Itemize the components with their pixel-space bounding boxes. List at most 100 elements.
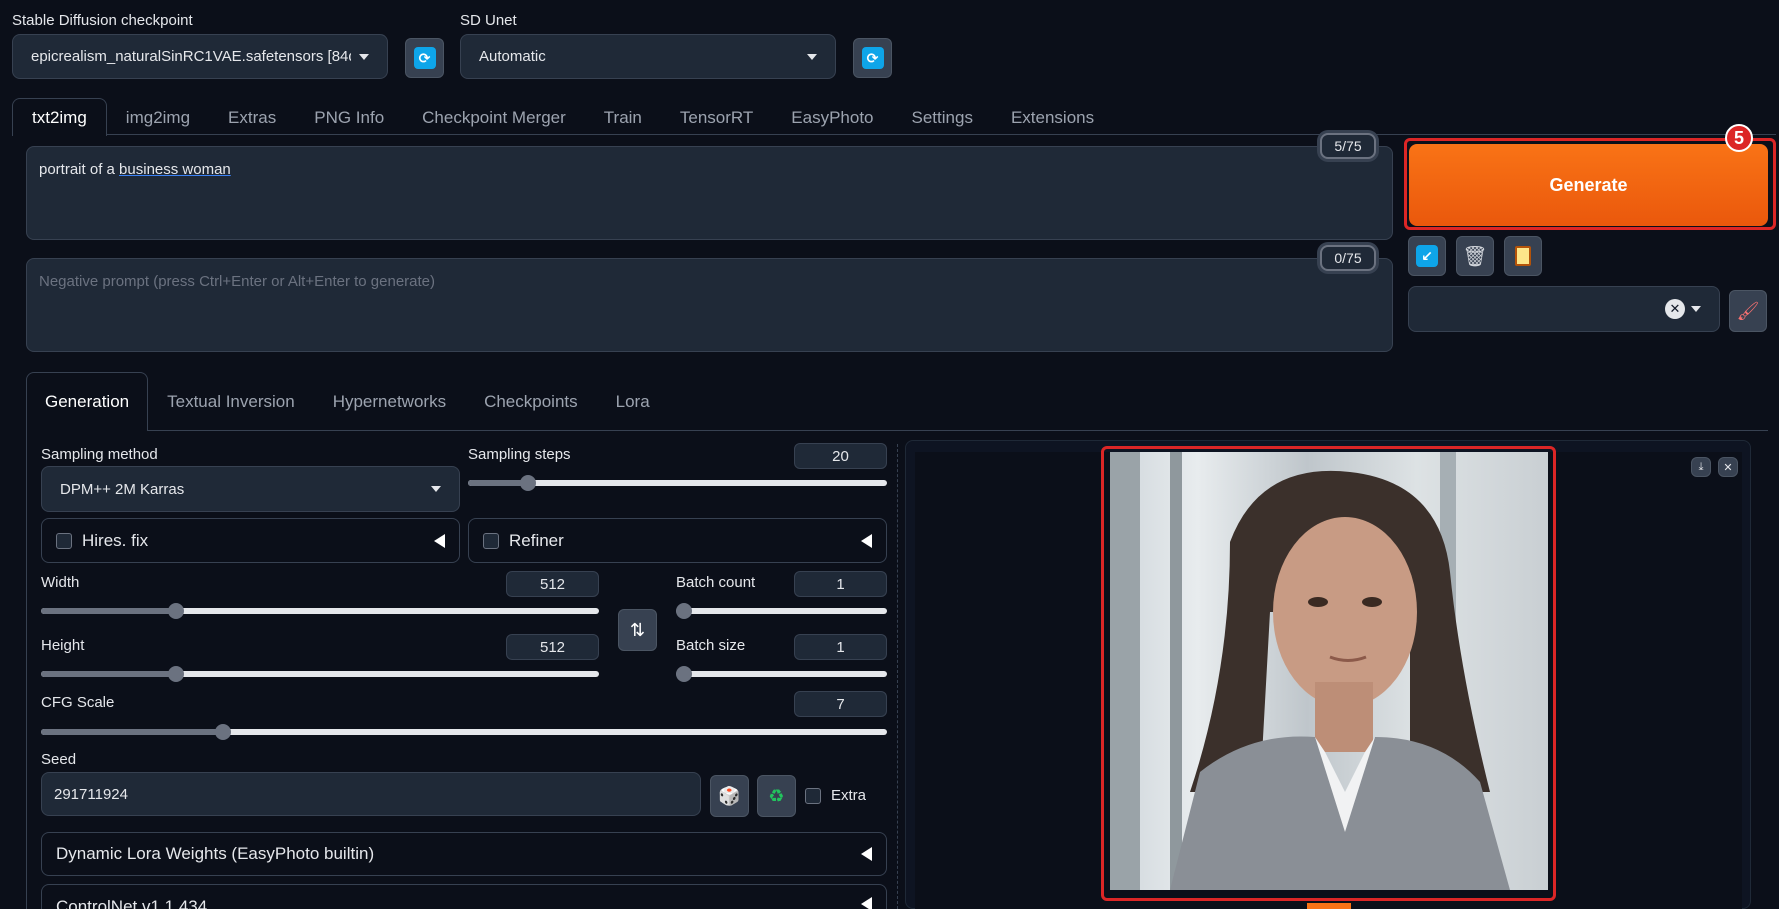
styles-dropdown[interactable]: ✕ [1408,286,1720,332]
batch-size-slider[interactable] [676,666,887,682]
collapse-triangle-icon [861,847,872,861]
tab-png-info[interactable]: PNG Info [295,100,403,136]
width-label: Width [41,574,80,591]
refiner-checkbox[interactable] [483,532,499,549]
tab-hypernetworks[interactable]: Hypernetworks [314,373,465,431]
batch-size-label: Batch size [676,637,746,654]
read-params-button[interactable]: ↙ [1408,236,1446,276]
controlnet-accordion[interactable]: ControlNet v1.1.434 [41,884,887,909]
refresh-unet-button[interactable]: ⟳ [853,38,892,78]
slider-fill [41,729,223,735]
prompt-textarea[interactable]: portrait of a business woman [26,146,1393,240]
swap-dimensions-button[interactable]: ⇅ [618,609,657,651]
height-input[interactable]: 512 [506,634,599,660]
tab-easyphoto[interactable]: EasyPhoto [772,100,892,136]
collapse-triangle-icon [434,533,445,548]
batch-count-input[interactable]: 1 [794,571,887,597]
batch-size-input[interactable]: 1 [794,634,887,660]
tab-extensions[interactable]: Extensions [992,100,1113,136]
dynamic-lora-accordion[interactable]: Dynamic Lora Weights (EasyPhoto builtin) [41,832,887,876]
slider-thumb[interactable] [520,475,536,491]
image-caption-tab [1307,903,1351,909]
width-input[interactable]: 512 [506,571,599,597]
brush-icon: 🖌 [1736,300,1760,321]
checkpoint-dropdown[interactable]: epicrealism_naturalSinRC1VAE.safetensors… [12,34,388,79]
slider-fill [41,671,176,677]
slider-thumb[interactable] [676,666,692,682]
tab-generation[interactable]: Generation [26,372,149,431]
dynamic-lora-label: Dynamic Lora Weights (EasyPhoto builtin) [56,844,375,863]
tab-extras[interactable]: Extras [209,100,295,136]
refiner-accordion[interactable]: Refiner [468,518,887,563]
refresh-checkpoint-button[interactable]: ⟳ [405,38,444,78]
tab-txt2img[interactable]: txt2img [12,98,107,136]
tab-tensorrt[interactable]: TensorRT [661,100,772,136]
reuse-seed-button[interactable]: ♻ [757,775,796,817]
sampling-steps-slider[interactable] [468,475,887,491]
hires-fix-label: Hires. fix [82,530,149,550]
cfg-scale-slider[interactable] [41,724,887,740]
sampling-method-dropdown[interactable]: DPM++ 2M Karras [41,466,460,512]
height-slider[interactable] [41,666,599,682]
refiner-label: Refiner [509,530,564,550]
clear-icon[interactable]: ✕ [1665,299,1685,319]
controlnet-label: ControlNet v1.1.434 [56,897,208,909]
paste-button[interactable] [1504,236,1542,276]
cfg-scale-label: CFG Scale [41,694,115,711]
dice-icon: 🎲 [718,785,741,806]
portrait-illustration [1110,452,1510,890]
seed-label: Seed [41,751,77,768]
edit-styles-button[interactable]: 🖌 [1729,290,1767,332]
cfg-scale-input[interactable]: 7 [794,691,887,717]
tab-checkpoint-merger[interactable]: Checkpoint Merger [403,100,585,136]
unet-dropdown[interactable]: Automatic [460,34,836,79]
unet-value: Automatic [479,48,546,65]
slider-fill [41,608,176,614]
tab-textual-inversion[interactable]: Textual Inversion [148,373,314,431]
width-slider[interactable] [41,603,599,619]
batch-count-label: Batch count [676,574,756,591]
slider-thumb[interactable] [168,603,184,619]
close-icon: ✕ [1723,461,1733,474]
tab-checkpoints[interactable]: Checkpoints [465,373,597,431]
negative-prompt-textarea[interactable]: Negative prompt (press Ctrl+Enter or Alt… [26,258,1393,352]
step-badge: 5 [1725,124,1753,152]
slider-thumb[interactable] [168,666,184,682]
chevron-down-icon [431,486,441,492]
collapse-triangle-icon [861,533,872,548]
sampling-method-label: Sampling method [41,446,158,463]
main-tabs: txt2img img2img Extras PNG Info Checkpoi… [12,98,1113,136]
batch-count-slider[interactable] [676,603,887,619]
chevron-down-icon [1691,306,1701,312]
generated-image[interactable] [1110,452,1548,890]
chevron-down-icon [807,53,817,60]
clear-prompt-button[interactable]: 🗑 [1456,236,1494,276]
download-icon: ⤓ [1698,460,1704,473]
tab-lora[interactable]: Lora [597,373,669,431]
sampling-method-value: DPM++ 2M Karras [60,480,185,498]
tab-img2img[interactable]: img2img [107,100,209,136]
sub-tabs: Generation Textual Inversion Hypernetwor… [26,372,669,431]
hires-fix-checkbox[interactable] [56,532,72,549]
collapse-triangle-icon [861,897,872,909]
extra-checkbox[interactable] [805,787,821,804]
sampling-steps-input[interactable]: 20 [794,443,887,469]
checkpoint-label: Stable Diffusion checkpoint [12,12,193,29]
hires-fix-accordion[interactable]: Hires. fix [41,518,460,563]
refresh-icon: ⟳ [861,47,884,69]
random-seed-button[interactable]: 🎲 [710,775,749,817]
close-gallery-button[interactable]: ✕ [1718,457,1738,477]
unet-label: SD Unet [460,12,517,29]
seed-input[interactable]: 291711924 [41,772,701,816]
negative-token-counter: 0/75 [1320,245,1376,271]
extra-seed-toggle[interactable]: Extra [805,787,866,804]
generate-button[interactable]: Generate [1409,144,1768,226]
column-divider [897,444,898,909]
download-button[interactable]: ⤓ [1691,457,1711,477]
clipboard-icon [1515,246,1531,266]
slider-thumb[interactable] [676,603,692,619]
tab-settings[interactable]: Settings [893,100,992,136]
tab-train[interactable]: Train [585,100,661,136]
slider-thumb[interactable] [215,724,231,740]
slider-fill [468,480,528,486]
